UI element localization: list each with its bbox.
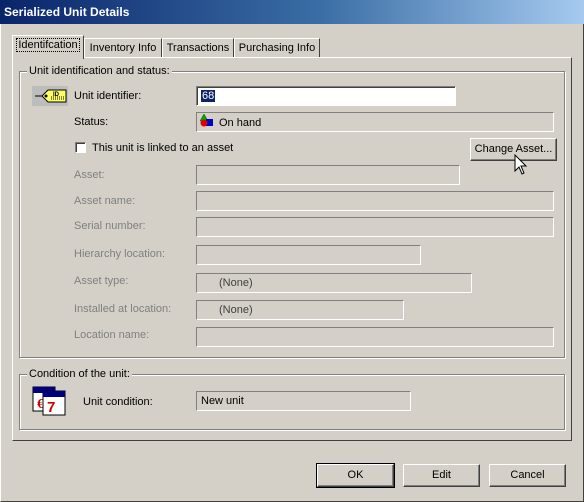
- tab-transactions-label: Transactions: [166, 42, 230, 54]
- calendar-icon: € 7: [32, 386, 66, 419]
- tab-inventory-info-label: Inventory Info: [89, 42, 157, 54]
- svg-text:7: 7: [47, 399, 55, 416]
- installed-at-location-field: (None): [196, 300, 404, 320]
- unit-identifier-value: 68: [201, 90, 216, 102]
- location-name-field: [196, 327, 554, 347]
- asset-field: [196, 165, 460, 185]
- hierarchy-location-label: Hierarchy location:: [74, 248, 166, 260]
- window-title: Serialized Unit Details: [4, 5, 130, 19]
- window-title-bar[interactable]: Serialized Unit Details: [0, 0, 584, 24]
- edit-button[interactable]: Edit: [403, 464, 480, 487]
- tab-identification-label: Identifcation: [16, 38, 80, 52]
- unit-identifier-label: Unit identifier:: [74, 90, 142, 102]
- linked-asset-checkbox[interactable]: [75, 142, 86, 153]
- unit-identification-legend: Unit identification and status:: [27, 64, 172, 78]
- asset-name-label: Asset name:: [74, 195, 136, 207]
- ok-button[interactable]: OK: [316, 463, 395, 488]
- svg-text:ID: ID: [53, 92, 60, 98]
- unit-identifier-input[interactable]: 68: [196, 86, 456, 106]
- cancel-button-label: Cancel: [510, 469, 545, 481]
- hierarchy-location-field: [196, 245, 421, 265]
- tab-identification[interactable]: Identifcation: [12, 35, 84, 59]
- status-shapes-icon: [199, 113, 215, 131]
- edit-button-label: Edit: [432, 469, 451, 481]
- asset-type-field: (None): [196, 273, 472, 293]
- ok-button-label: OK: [347, 469, 364, 481]
- id-tag-icon: ID: [32, 86, 68, 106]
- mouse-pointer-icon: [514, 153, 528, 179]
- tab-purchasing-info-label: Purchasing Info: [238, 42, 316, 54]
- tab-purchasing-info[interactable]: Purchasing Info: [234, 38, 320, 57]
- serial-number-label: Serial number:: [74, 220, 146, 232]
- cancel-button[interactable]: Cancel: [489, 464, 566, 487]
- tab-inventory-info[interactable]: Inventory Info: [84, 38, 162, 57]
- installed-at-location-label: Installed at location:: [74, 303, 172, 315]
- condition-legend: Condition of the unit:: [27, 367, 132, 381]
- unit-condition-field: New unit: [196, 391, 411, 411]
- status-field: On hand: [196, 112, 554, 132]
- linked-asset-checkbox-label: This unit is linked to an asset: [92, 142, 234, 154]
- location-name-label: Location name:: [74, 329, 150, 341]
- unit-condition-label: Unit condition:: [83, 396, 153, 408]
- asset-type-label: Asset type:: [74, 275, 129, 287]
- tab-transactions[interactable]: Transactions: [162, 38, 234, 57]
- status-value: On hand: [219, 116, 262, 129]
- status-label: Status:: [74, 116, 109, 128]
- installed-at-location-value: (None): [219, 304, 253, 316]
- serial-number-field: [196, 217, 554, 237]
- asset-label: Asset:: [74, 169, 105, 181]
- asset-type-value: (None): [219, 277, 253, 289]
- asset-name-field: [196, 191, 554, 211]
- unit-condition-value: New unit: [201, 395, 244, 407]
